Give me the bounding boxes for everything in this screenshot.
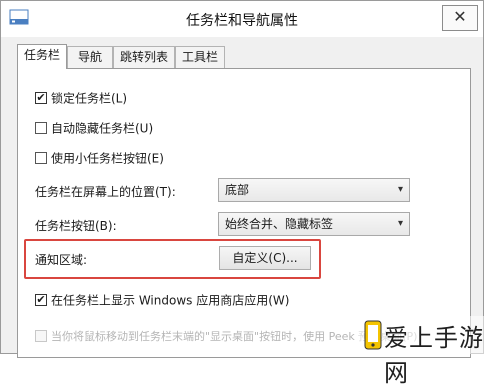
small-buttons-checkbox[interactable] [35, 151, 47, 164]
notification-area-highlight [24, 239, 321, 279]
chevron-down-icon: ▾ [397, 218, 403, 229]
small-buttons-option[interactable]: 使用小任务栏按钮(E) [35, 150, 164, 167]
taskbar-settings-panel: ✔ 锁定任务栏(L) 自动隐藏任务栏(U) 使用小任务栏按钮(E) 任务栏在屏幕上… [17, 68, 471, 358]
tab-toolbars[interactable]: 工具栏 [175, 46, 225, 68]
watermark-phone-icon [364, 320, 382, 350]
auto-hide-label: 自动隐藏任务栏(U) [51, 121, 154, 136]
taskbar-buttons-select-value: 始终合并、隐藏标签 [225, 217, 334, 231]
auto-hide-option[interactable]: 自动隐藏任务栏(U) [35, 120, 153, 137]
tab-jump-lists[interactable]: 跳转列表 [113, 46, 175, 68]
small-buttons-label: 使用小任务栏按钮(E) [51, 151, 164, 166]
lock-taskbar-option[interactable]: ✔ 锁定任务栏(L) [35, 90, 127, 107]
properties-window: 任务栏和导航属性 ✕ 任务栏 导航 跳转列表 工具栏 ✔ 锁定任务栏(L) 自动隐… [0, 0, 484, 358]
lock-taskbar-label: 锁定任务栏(L) [51, 91, 128, 106]
title-bar[interactable]: 任务栏和导航属性 ✕ [1, 1, 483, 37]
chevron-down-icon: ▾ [397, 184, 403, 195]
tab-taskbar[interactable]: 任务栏 [17, 44, 67, 69]
taskbar-buttons-label: 任务栏按钮(B): [35, 219, 117, 233]
show-store-apps-option[interactable]: ✔ 在任务栏上显示 Windows 应用商店应用(W) [35, 292, 289, 309]
lock-taskbar-checkbox[interactable]: ✔ [35, 91, 47, 104]
position-select-value: 底部 [225, 183, 250, 197]
tab-navigation[interactable]: 导航 [67, 46, 113, 68]
position-label: 任务栏在屏幕上的位置(T): [35, 185, 176, 199]
taskbar-buttons-select[interactable]: 始终合并、隐藏标签 ▾ [218, 212, 410, 236]
auto-hide-checkbox[interactable] [35, 121, 47, 134]
close-button[interactable]: ✕ [442, 5, 478, 31]
show-store-apps-checkbox[interactable]: ✔ [35, 293, 47, 306]
watermark-text: 爱上手游网 [384, 324, 484, 387]
show-store-apps-label: 在任务栏上显示 Windows 应用商店应用(W) [51, 293, 290, 308]
window-title: 任务栏和导航属性 [186, 13, 298, 29]
position-select[interactable]: 底部 ▾ [218, 178, 410, 202]
peek-checkbox [35, 330, 47, 342]
